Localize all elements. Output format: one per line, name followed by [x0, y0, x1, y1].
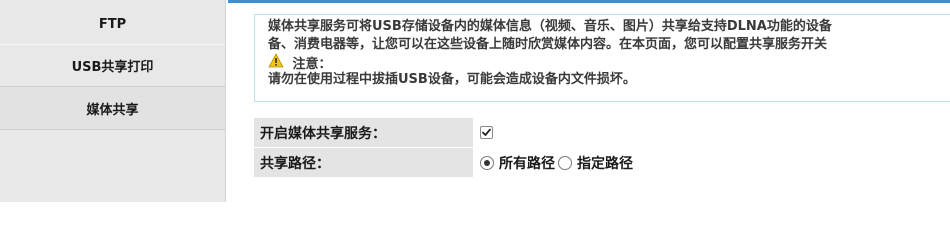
checkmark-icon — [482, 128, 491, 136]
radio-all-paths-label: 所有路径 — [499, 155, 555, 172]
notice-line-1: 媒体共享服务可将USB存储设备内的媒体信息（视频、音乐、图片）共享给支持DLNA… — [268, 19, 832, 34]
sidebar-item-label: USB共享打印 — [71, 59, 154, 75]
top-accent-bar — [228, 0, 950, 3]
warning-text: 请勿在使用过程中拔插USB设备，可能会造成设备内文件损坏。 — [268, 71, 636, 87]
enable-value — [480, 118, 493, 147]
info-notice: 媒体共享服务可将USB存储设备内的媒体信息（视频、音乐、图片）共享给支持DLNA… — [254, 14, 950, 102]
radio-specified-path[interactable]: 指定路径 — [558, 153, 633, 173]
media-share-page: FTP USB共享打印 媒体共享 媒体共享服务可将USB存储设备内的媒体信息（视… — [0, 0, 950, 202]
sidebar: FTP USB共享打印 媒体共享 — [0, 0, 226, 202]
enable-media-share-checkbox[interactable] — [480, 126, 493, 139]
radio-specified-path-button[interactable] — [558, 155, 572, 170]
sidebar-item-media-share[interactable]: 媒体共享 — [0, 86, 225, 130]
radio-all-paths-button[interactable] — [480, 155, 494, 170]
notice-line-2: 备、消费电器等，让您可以在这些设备上随时欣赏媒体内容。在本页面，您可以配置共享服… — [268, 36, 828, 52]
form-row-share-path: 共享路径： 所有路径 指定路径 — [254, 148, 950, 177]
warning-row: 注意： — [268, 53, 950, 72]
warning-icon — [268, 53, 284, 68]
sidebar-item-usb-print[interactable]: USB共享打印 — [0, 45, 225, 85]
warning-title: 注意： — [292, 57, 332, 72]
radio-all-paths[interactable]: 所有路径 — [480, 153, 555, 173]
enable-media-share-label: 开启媒体共享服务： — [254, 118, 473, 147]
share-path-label: 共享路径： — [254, 148, 473, 177]
radio-specified-path-label: 指定路径 — [577, 155, 633, 172]
sidebar-item-label: FTP — [98, 16, 127, 32]
sidebar-item-label: 媒体共享 — [86, 102, 139, 118]
share-path-radio-group: 所有路径 指定路径 — [480, 148, 636, 177]
sidebar-item-ftp[interactable]: FTP — [0, 4, 225, 44]
form-row-enable: 开启媒体共享服务： — [254, 118, 950, 147]
